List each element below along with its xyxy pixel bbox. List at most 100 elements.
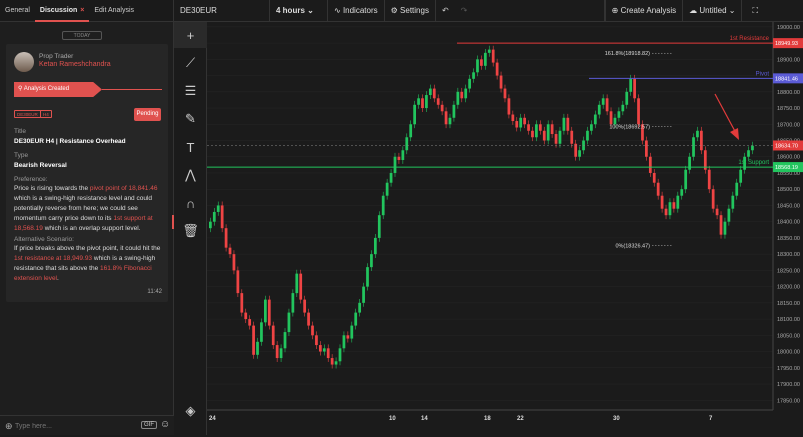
resistance-highlight: 1st resistance at 18,949.93 [14, 255, 93, 262]
candle-body [538, 124, 542, 131]
date-divider: TODAY [62, 31, 102, 40]
trash-icon[interactable]: 🗑 [174, 218, 207, 244]
timeframe-selector[interactable]: 4 hours ⌄ [270, 0, 328, 22]
fib-label-0: 161.8%(18918.82) [605, 51, 650, 57]
candle-body [252, 325, 255, 355]
candle-body [511, 114, 515, 122]
candle-body [719, 215, 723, 235]
crosshair-icon[interactable]: + [174, 22, 207, 48]
candle-body [287, 312, 291, 333]
tab-general[interactable]: General [0, 0, 35, 22]
message-input[interactable] [15, 420, 135, 432]
x-tick-label: 24 [209, 416, 216, 422]
candle-body [660, 195, 664, 209]
candle-body [487, 49, 491, 53]
settings-label: Settings [400, 5, 429, 15]
candle-body [425, 95, 428, 109]
candle-body [747, 150, 750, 157]
candlestick-chart[interactable]: 19000.0018950.0018900.0018850.0018800.00… [207, 22, 803, 435]
last-price-label: 18634.70 [775, 143, 798, 149]
y-tick-label: 18300.00 [777, 252, 800, 258]
candle-body [558, 130, 562, 144]
candle-body [472, 72, 475, 79]
symbol-selector[interactable]: DE30EUR [174, 0, 270, 22]
candle-body [295, 273, 299, 294]
level-name-0: 1st Resistance [730, 36, 770, 42]
magnet-icon[interactable]: ∩ [174, 190, 207, 216]
create-analysis-button[interactable]: ⊕ Create Analysis [604, 0, 684, 22]
indicators-button[interactable]: ∿ Indicators [328, 0, 385, 22]
author-role: Prop Trader [39, 53, 74, 60]
candle-body [460, 91, 464, 99]
candle-body [715, 208, 719, 216]
fullscreen-icon[interactable]: ⛶ [746, 0, 764, 22]
attachment-icon[interactable]: ⊕ [5, 421, 13, 432]
trendline-icon[interactable]: ⟋ [174, 50, 207, 76]
candle-body [452, 104, 456, 118]
tab-edit-analysis[interactable]: Edit Analysis [89, 0, 139, 22]
fib-tool-icon[interactable]: ☰ [174, 78, 207, 104]
candle-body [432, 88, 436, 99]
candle-body [542, 130, 546, 141]
timeframe-label: 4 hours [276, 5, 305, 15]
candle-body [468, 78, 472, 89]
y-tick-label: 18050.00 [777, 333, 800, 339]
price-chart[interactable]: 19000.0018950.0018900.0018850.0018800.00… [207, 22, 803, 435]
arrow-head [730, 128, 739, 140]
level-tag-label-0: 18949.93 [775, 41, 798, 47]
candle-body [480, 59, 483, 66]
candle-body [275, 345, 279, 359]
preference-text: Price is rising towards the pivot point … [14, 184, 164, 234]
candle-body [311, 325, 314, 336]
y-tick-label: 18900.00 [777, 57, 800, 63]
candle-body [373, 237, 377, 255]
divider [102, 89, 162, 90]
y-tick-label: 18150.00 [777, 301, 800, 307]
pref-text-3: which is an overlap support level. [42, 225, 141, 232]
y-tick-label: 17850.00 [777, 398, 800, 404]
candle-body [444, 111, 448, 125]
author-name[interactable]: Ketan Rameshchandra [39, 61, 111, 68]
candle-body [523, 117, 526, 125]
emoji-icon[interactable]: ☺ [160, 419, 170, 430]
candle-body [216, 205, 220, 212]
alt-text-1: If price breaks above the pivot point, i… [14, 245, 161, 252]
candle-body [464, 88, 468, 99]
candle-body [550, 124, 554, 135]
candle-body [491, 49, 495, 63]
candle-body [358, 302, 362, 313]
candle-body [656, 182, 660, 196]
candle-body [366, 267, 369, 287]
candle-body [566, 117, 570, 131]
tab-discussion[interactable]: Discussion × [34, 0, 90, 22]
redo-icon[interactable]: ↷ [455, 0, 605, 22]
alternative-text: If price breaks above the pivot point, i… [14, 244, 164, 284]
layout-selector[interactable]: ☁ Untitled ⌄ [683, 0, 743, 22]
y-tick-label: 18200.00 [777, 285, 800, 291]
candle-body [354, 312, 358, 326]
candle-body [495, 62, 499, 76]
y-tick-label: 17950.00 [777, 366, 800, 372]
candle-body [476, 59, 479, 73]
layout-label: Untitled [699, 5, 727, 15]
pref-text-1: Price is rising towards the [14, 185, 90, 192]
y-tick-label: 17900.00 [777, 382, 800, 388]
y-tick-label: 18750.00 [777, 106, 800, 112]
y-tick-label: 18250.00 [777, 268, 800, 274]
candle-body [668, 202, 672, 216]
gif-button[interactable]: GIF [141, 421, 157, 429]
candle-body [362, 286, 365, 303]
message-card: Prop Trader Ketan Rameshchandra ⚲ Analys… [6, 44, 168, 302]
candle-body [535, 124, 538, 138]
y-tick-label: 18500.00 [777, 187, 800, 193]
close-icon[interactable]: × [80, 7, 84, 14]
text-tool-icon[interactable]: T [174, 134, 207, 160]
brush-icon[interactable]: ✎ [174, 106, 207, 132]
layers-icon[interactable]: ◈ [174, 398, 207, 424]
pattern-icon[interactable]: ⋀ [174, 162, 207, 188]
candle-body [688, 156, 691, 170]
y-tick-label: 19000.00 [777, 25, 800, 31]
undo-icon[interactable]: ↶ [436, 0, 455, 22]
candle-body [385, 182, 389, 196]
settings-button[interactable]: ⚙ Settings [385, 0, 436, 22]
